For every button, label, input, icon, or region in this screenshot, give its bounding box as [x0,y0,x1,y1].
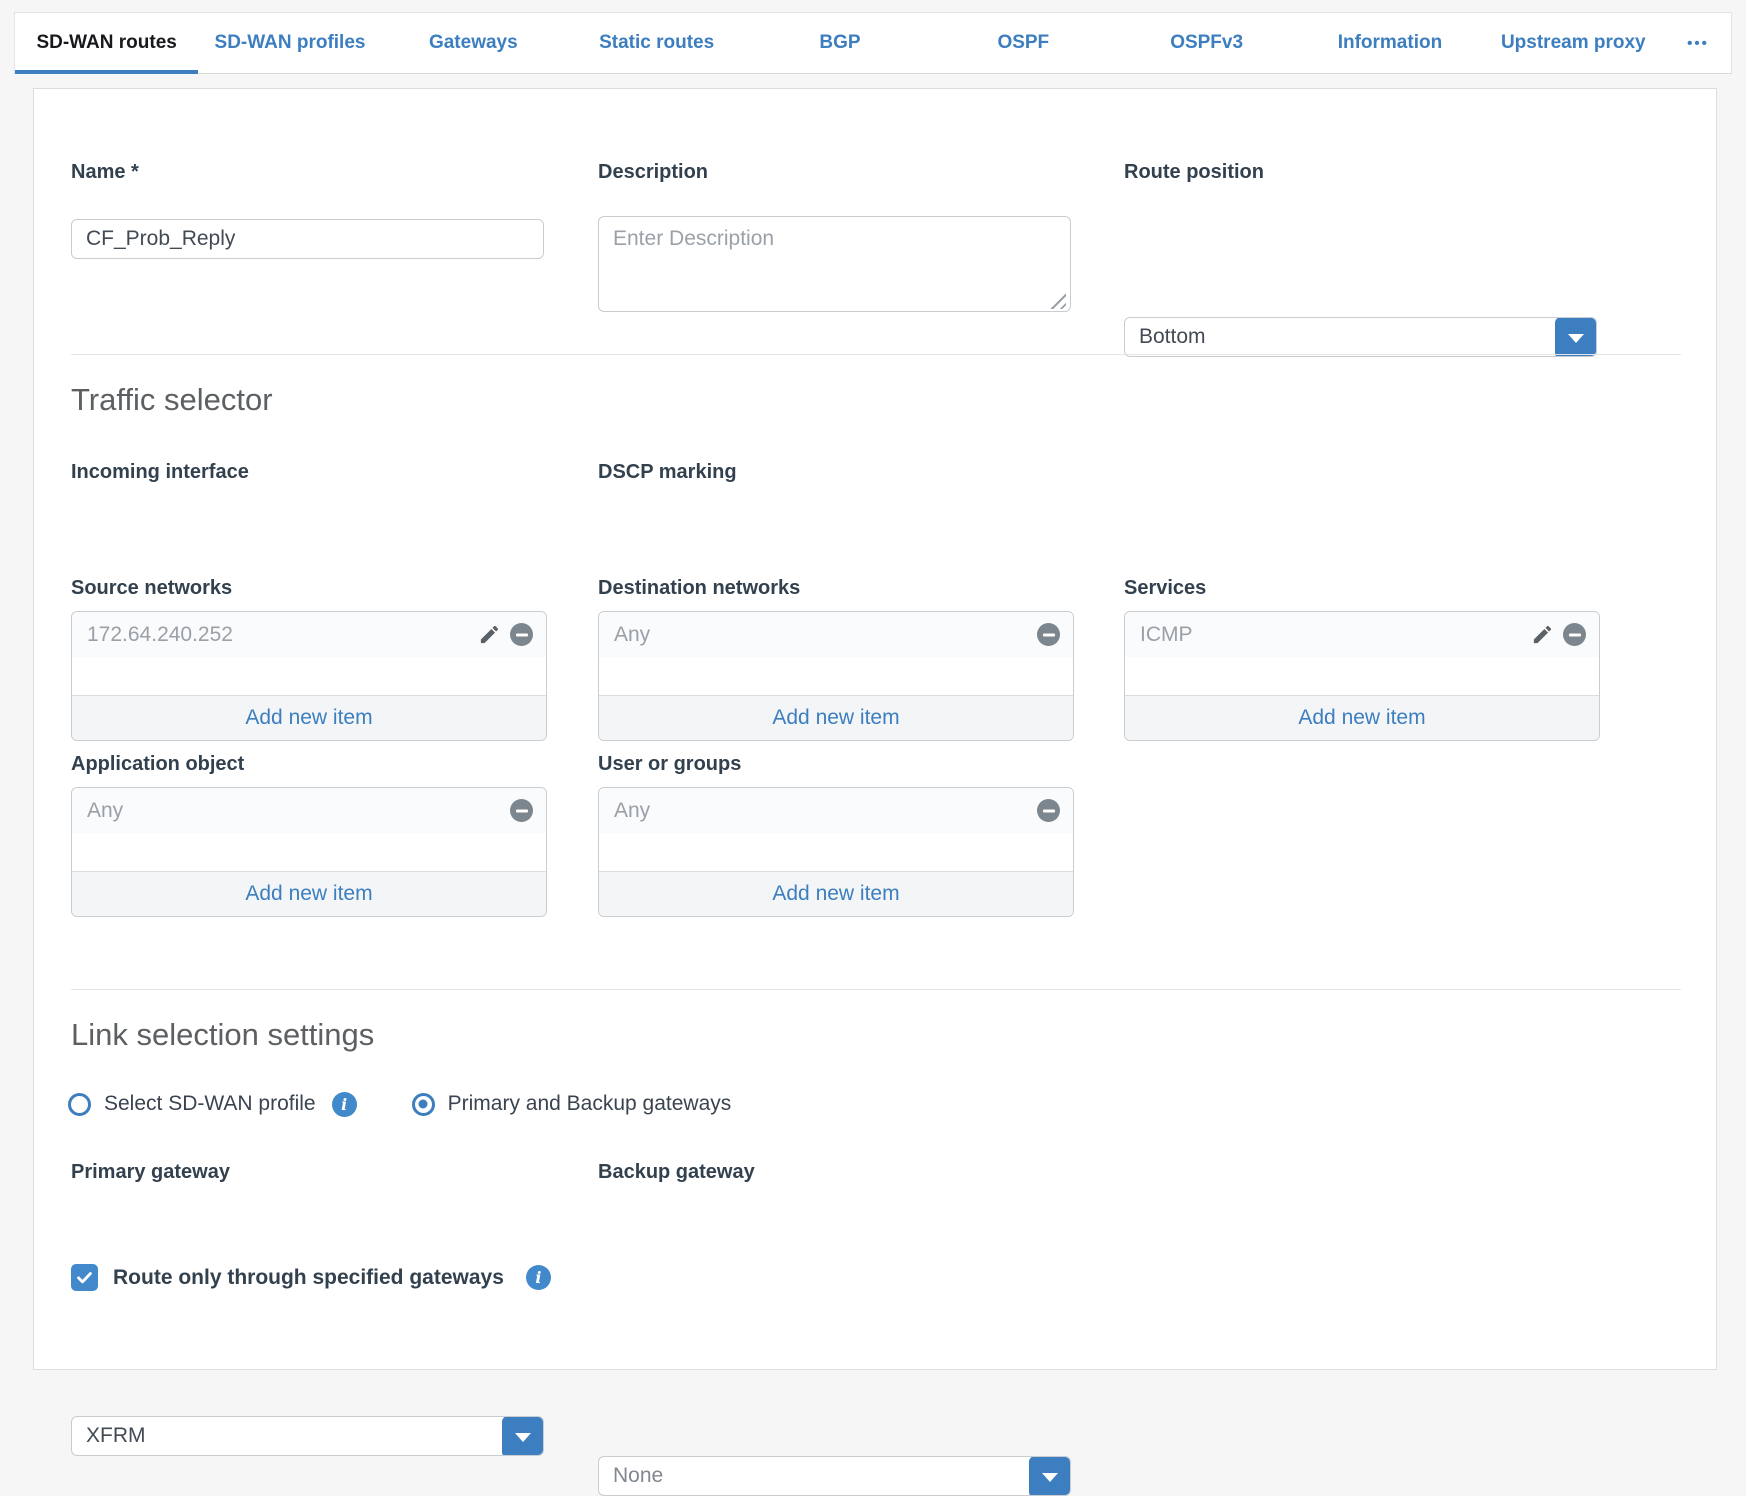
remove-item-icon[interactable] [510,623,533,646]
tab-label: Information [1338,32,1443,54]
list-empty-area [599,833,1073,871]
tab-static-routes[interactable]: Static routes [565,13,748,73]
route-position-value: Bottom [1139,325,1206,348]
dropdown-button[interactable] [1555,317,1597,357]
list-item: ICMP [1125,612,1599,657]
tab-label: OSPFv3 [1170,32,1243,54]
description-label: Description [598,161,708,184]
route-only-checkbox[interactable] [71,1264,98,1291]
primary-gateway-select[interactable]: XFRM [71,1416,544,1456]
tab-bgp[interactable]: BGP [748,13,931,73]
remove-item-icon[interactable] [1563,623,1586,646]
link-selection-heading: Link selection settings [71,1017,374,1053]
user-or-groups-listbox: Any Add new item [598,787,1074,917]
application-object-listbox: Any Add new item [71,787,547,917]
add-new-item-button[interactable]: Add new item [1125,695,1599,740]
tab-label: Gateways [429,32,518,54]
source-networks-listbox: 172.64.240.252 Add new item [71,611,547,741]
name-label: Name * [71,161,139,184]
primary-gateway-label: Primary gateway [71,1161,230,1184]
list-item-value: 172.64.240.252 [87,623,233,647]
list-item-value: Any [87,799,123,823]
tab-information[interactable]: Information [1298,13,1481,73]
section-divider [71,354,1681,355]
tab-label: SD-WAN profiles [215,32,366,54]
info-icon[interactable]: i [526,1265,551,1290]
chevron-down-icon [1568,334,1584,343]
incoming-interface-label: Incoming interface [71,461,249,484]
tab-label: OSPF [997,32,1049,54]
add-new-item-button[interactable]: Add new item [72,695,546,740]
tab-upstream-proxy[interactable]: Upstream proxy [1482,13,1665,73]
add-new-item-button[interactable]: Add new item [599,695,1073,740]
backup-gateway-label: Backup gateway [598,1161,755,1184]
services-listbox: ICMP Add new item [1124,611,1600,741]
dscp-marking-label: DSCP marking [598,461,737,484]
edit-pencil-icon[interactable] [478,623,501,646]
name-input[interactable] [71,219,544,259]
user-or-groups-label: User or groups [598,753,741,776]
tab-ospf[interactable]: OSPF [932,13,1115,73]
tab-gateways[interactable]: Gateways [382,13,565,73]
backup-gateway-value: None [613,1464,663,1487]
radio-label: Primary and Backup gateways [448,1092,732,1116]
destination-networks-listbox: Any Add new item [598,611,1074,741]
tab-sd-wan-routes[interactable]: SD-WAN routes [15,13,198,73]
traffic-selector-heading: Traffic selector [71,382,273,418]
list-item: Any [72,788,546,833]
list-item: 172.64.240.252 [72,612,546,657]
list-empty-area [72,833,546,871]
tab-label: Static routes [599,32,714,54]
destination-networks-label: Destination networks [598,577,800,600]
list-item-value: Any [614,623,650,647]
list-empty-area [72,657,546,695]
tab-label: BGP [819,32,860,54]
services-label: Services [1124,577,1206,600]
tab-ospfv3[interactable]: OSPFv3 [1115,13,1298,73]
backup-gateway-select[interactable]: None [598,1456,1071,1496]
remove-item-icon[interactable] [510,799,533,822]
list-item-value: Any [614,799,650,823]
source-networks-label: Source networks [71,577,232,600]
list-item: Any [599,788,1073,833]
add-new-item-button[interactable]: Add new item [599,871,1073,916]
tab-sd-wan-profiles[interactable]: SD-WAN profiles [198,13,381,73]
more-tabs-ellipsis-icon[interactable]: ••• [1665,13,1731,73]
route-position-select[interactable]: Bottom [1124,317,1597,357]
list-empty-area [599,657,1073,695]
tab-label: SD-WAN routes [36,32,176,54]
info-icon[interactable]: i [332,1092,357,1117]
sd-wan-route-form-panel: Name * Description Route position Bottom… [33,88,1717,1370]
route-position-label: Route position [1124,161,1264,184]
radio-checked-icon[interactable] [412,1093,435,1116]
active-tab-underline [15,70,198,74]
remove-item-icon[interactable] [1037,623,1060,646]
application-object-label: Application object [71,753,244,776]
list-item-value: ICMP [1140,623,1193,647]
dropdown-button[interactable] [502,1416,544,1456]
remove-item-icon[interactable] [1037,799,1060,822]
primary-gateway-value: XFRM [86,1424,146,1447]
checkmark-icon [75,1268,94,1287]
description-input[interactable] [598,216,1071,312]
edit-pencil-icon[interactable] [1531,623,1554,646]
radio-option-primary-backup-gateways[interactable]: Primary and Backup gateways [412,1092,732,1116]
radio-option-select-sdwan-profile[interactable]: Select SD-WAN profile [68,1092,316,1116]
dropdown-button[interactable] [1029,1456,1071,1496]
list-empty-area [1125,657,1599,695]
radio-label: Select SD-WAN profile [104,1092,316,1116]
list-item: Any [599,612,1073,657]
section-divider [71,989,1681,990]
radio-unchecked-icon[interactable] [68,1093,91,1116]
add-new-item-button[interactable]: Add new item [72,871,546,916]
tab-label: Upstream proxy [1501,32,1646,54]
route-only-checkbox-label: Route only through specified gateways [113,1266,504,1290]
chevron-down-icon [515,1433,531,1442]
routing-tab-bar: SD-WAN routes SD-WAN profiles Gateways S… [14,12,1732,74]
chevron-down-icon [1042,1473,1058,1482]
